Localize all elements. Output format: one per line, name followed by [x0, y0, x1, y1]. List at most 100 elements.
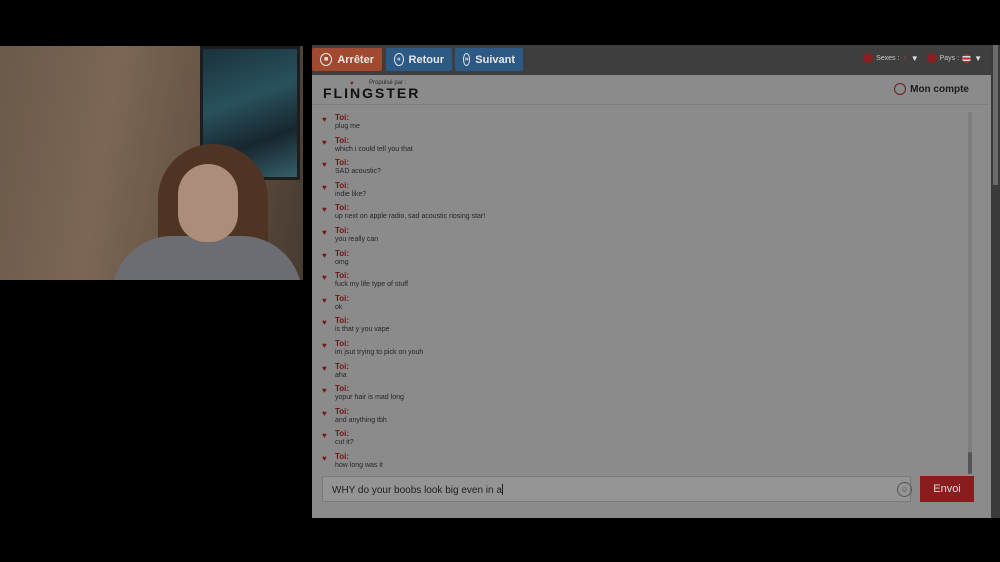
message-text: how long was it — [335, 461, 383, 469]
message-text: you really can — [335, 235, 379, 243]
message-text: omg — [335, 258, 349, 266]
message-input[interactable]: WHY do your boobs look big even in a ☺ — [322, 476, 912, 502]
heart-icon: ♥ — [322, 160, 327, 170]
message-text: im jsut trying to pick on youh — [335, 348, 424, 356]
account-label: Mon compte — [910, 83, 969, 95]
country-filter[interactable]: Pays : ▼ — [926, 53, 982, 63]
partner-webcam-video — [0, 46, 303, 280]
page-scrollbar[interactable] — [991, 45, 1000, 518]
message-sender: Toi: — [335, 248, 350, 258]
message-sender: Toi: — [335, 135, 350, 145]
message-sender: Toi: — [335, 158, 350, 168]
chat-message: ♥ Toi: and anything tbh — [322, 406, 967, 429]
chat-message: ♥ Toi: how long was it — [322, 451, 967, 474]
chat-message: ♥ Toi: aha — [322, 361, 967, 384]
page-scroll-thumb[interactable] — [993, 45, 998, 185]
emoji-icon[interactable]: ☺ — [897, 482, 912, 497]
chevron-down-icon: ▼ — [910, 53, 919, 63]
stop-button[interactable]: ■ Arrêter — [312, 48, 382, 71]
globe-icon — [926, 53, 937, 63]
message-sender: Toi: — [335, 338, 350, 348]
chat-message: ♥ Toi: cut it? — [322, 428, 967, 451]
chevron-down-icon: ▼ — [974, 53, 982, 63]
flingster-logo: FLINGSTER — [323, 85, 421, 101]
text-caret — [501, 484, 503, 495]
message-text: indie like? — [335, 190, 367, 198]
message-sender: Toi: — [335, 451, 350, 461]
chat-message: ♥ Toi: ok — [322, 293, 967, 316]
chat-app: ■ Arrêter « Retour » Suivant Sexes : ♀ ▼… — [312, 45, 1000, 518]
heart-icon: ♥ — [322, 453, 327, 463]
heart-icon: ♥ — [322, 227, 327, 237]
message-text: is that y you vape — [335, 326, 390, 334]
message-text: and anything tbh — [335, 416, 387, 424]
next-button[interactable]: » Suivant — [455, 48, 523, 71]
us-flag-icon — [962, 53, 972, 63]
chat-panel: Propulsé par : ♥ FLINGSTER Mon compte ♥ T… — [312, 76, 987, 516]
message-sender: Toi: — [335, 180, 350, 190]
next-button-label: Suivant — [475, 53, 515, 66]
heart-icon: ♥ — [322, 408, 327, 418]
heart-icon: ♥ — [322, 137, 327, 147]
chat-message: ♥ Toi: you really can — [322, 225, 967, 248]
heart-icon: ♥ — [322, 273, 327, 283]
sexes-filter[interactable]: Sexes : ♀ ▼ — [863, 53, 919, 63]
chat-message: ♥ Toi: which i could tell you that — [322, 135, 967, 158]
message-list[interactable]: ♥ Toi: plug me ♥ Toi: which i could tell you … — [322, 112, 967, 474]
brand-bar: Propulsé par : ♥ FLINGSTER Mon compte — [312, 76, 987, 105]
user-icon — [894, 83, 907, 95]
chat-scrollbar[interactable] — [968, 112, 972, 474]
message-sender: Toi: — [335, 293, 350, 303]
message-input-value: WHY do your boobs look big even in a — [332, 484, 503, 496]
chat-message: ♥ Toi: omg — [322, 248, 967, 271]
rewind-icon: « — [394, 53, 404, 66]
message-sender: Toi: — [335, 429, 350, 439]
message-text: yopur hair is mad long — [335, 394, 404, 402]
stop-button-label: Arrêter — [337, 53, 374, 66]
heart-icon: ♥ — [322, 363, 327, 373]
chat-message: ♥ Toi: is that y you vape — [322, 315, 967, 338]
account-button[interactable]: Mon compte — [894, 83, 969, 95]
chat-message: ♥ Toi: yopur hair is mad long — [322, 383, 967, 406]
female-icon: ♀ — [902, 54, 908, 62]
sexes-label: Sexes : — [876, 54, 900, 62]
message-text: aha — [335, 371, 347, 379]
message-text: fuck my life type of stuff — [335, 281, 409, 289]
stop-icon: ■ — [320, 53, 333, 66]
heart-icon: ♥ — [322, 431, 327, 441]
country-label: Pays : — [939, 54, 960, 62]
message-text: which i could tell you that — [335, 145, 413, 153]
chat-scroll-thumb[interactable] — [968, 452, 972, 474]
send-button[interactable]: Envoi — [920, 476, 974, 502]
message-text: SAD acoustic? — [335, 168, 381, 176]
chat-message: ♥ Toi: im jsut trying to pick on youh — [322, 338, 967, 361]
heart-icon: ♥ — [322, 295, 327, 305]
heart-icon: ♥ — [322, 182, 327, 192]
message-sender: Toi: — [335, 384, 350, 394]
heart-icon: ♥ — [322, 386, 327, 396]
message-text: ok — [335, 303, 343, 311]
heart-icon: ♥ — [322, 340, 327, 350]
message-sender: Toi: — [335, 225, 350, 235]
message-text: plug me — [335, 123, 360, 130]
heart-icon: ♥ — [322, 115, 327, 124]
couple-icon — [863, 53, 874, 63]
message-sender: Toi: — [335, 203, 350, 213]
heart-icon: ♥ — [322, 205, 327, 215]
filters: Sexes : ♀ ▼ Pays : ▼ — [863, 53, 982, 63]
chat-message: ♥ Toi: SAD acoustic? — [322, 157, 967, 180]
message-sender: Toi: — [335, 113, 350, 122]
message-sender: Toi: — [335, 406, 350, 416]
heart-icon: ♥ — [322, 250, 327, 260]
heart-icon: ♥ — [322, 318, 327, 328]
back-button[interactable]: « Retour — [386, 48, 452, 71]
chat-message: ♥ Toi: up next on apple radio, sad acousti… — [322, 202, 967, 225]
back-button-label: Retour — [408, 53, 444, 66]
message-sender: Toi: — [335, 271, 350, 281]
toolbar: ■ Arrêter « Retour » Suivant Sexes : ♀ ▼… — [312, 45, 1000, 75]
message-sender: Toi: — [335, 361, 350, 371]
message-text: cut it? — [335, 439, 354, 447]
video-shade — [0, 46, 303, 280]
chat-message: ♥ Toi: indie like? — [322, 180, 967, 203]
forward-icon: » — [463, 53, 471, 66]
